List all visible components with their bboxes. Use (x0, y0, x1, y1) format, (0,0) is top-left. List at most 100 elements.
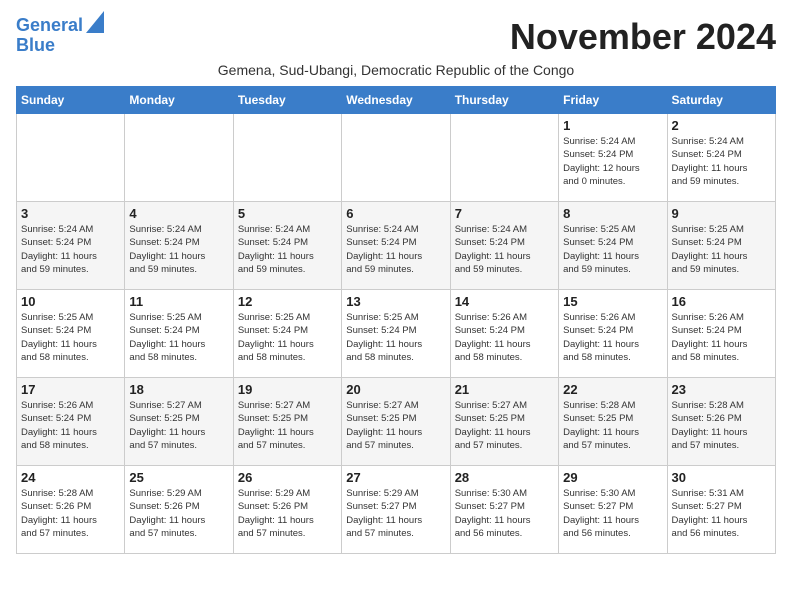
calendar-cell: 30 Sunrise: 5:31 AM Sunset: 5:27 PM Dayli… (667, 466, 775, 554)
calendar-cell: 18 Sunrise: 5:27 AM Sunset: 5:25 PM Dayli… (125, 378, 233, 466)
logo: General Blue (16, 16, 104, 56)
day-info: Sunrise: 5:28 AM Sunset: 5:26 PM Dayligh… (21, 487, 120, 540)
calendar-cell: 1 Sunrise: 5:24 AM Sunset: 5:24 PM Daylig… (559, 114, 667, 202)
day-number: 2 (672, 118, 771, 133)
day-number: 13 (346, 294, 445, 309)
day-info: Sunrise: 5:24 AM Sunset: 5:24 PM Dayligh… (672, 135, 771, 188)
day-number: 5 (238, 206, 337, 221)
day-info: Sunrise: 5:30 AM Sunset: 5:27 PM Dayligh… (563, 487, 662, 540)
day-info: Sunrise: 5:27 AM Sunset: 5:25 PM Dayligh… (455, 399, 554, 452)
calendar-cell: 9 Sunrise: 5:25 AM Sunset: 5:24 PM Daylig… (667, 202, 775, 290)
day-number: 1 (563, 118, 662, 133)
calendar-cell: 13 Sunrise: 5:25 AM Sunset: 5:24 PM Dayli… (342, 290, 450, 378)
logo-icon (86, 11, 104, 33)
day-number: 27 (346, 470, 445, 485)
day-number: 26 (238, 470, 337, 485)
day-number: 17 (21, 382, 120, 397)
day-info: Sunrise: 5:29 AM Sunset: 5:26 PM Dayligh… (129, 487, 228, 540)
calendar-cell (17, 114, 125, 202)
day-number: 15 (563, 294, 662, 309)
day-number: 12 (238, 294, 337, 309)
header-friday: Friday (559, 87, 667, 114)
calendar-week-row: 17 Sunrise: 5:26 AM Sunset: 5:24 PM Dayli… (17, 378, 776, 466)
logo-text-general: General (16, 16, 83, 36)
day-number: 23 (672, 382, 771, 397)
day-number: 14 (455, 294, 554, 309)
calendar-cell: 28Sunrise: 5:30 AM Sunset: 5:27 PM Dayli… (450, 466, 558, 554)
day-number: 18 (129, 382, 228, 397)
calendar-week-row: 10Sunrise: 5:25 AM Sunset: 5:24 PM Dayli… (17, 290, 776, 378)
day-number: 8 (563, 206, 662, 221)
header-wednesday: Wednesday (342, 87, 450, 114)
day-info: Sunrise: 5:24 AM Sunset: 5:24 PM Dayligh… (21, 223, 120, 276)
day-info: Sunrise: 5:24 AM Sunset: 5:24 PM Dayligh… (346, 223, 445, 276)
calendar-cell: 3 Sunrise: 5:24 AM Sunset: 5:24 PM Daylig… (17, 202, 125, 290)
day-number: 22 (563, 382, 662, 397)
calendar-cell: 4 Sunrise: 5:24 AM Sunset: 5:24 PM Daylig… (125, 202, 233, 290)
calendar-cell: 10Sunrise: 5:25 AM Sunset: 5:24 PM Dayli… (17, 290, 125, 378)
day-number: 3 (21, 206, 120, 221)
day-number: 29 (563, 470, 662, 485)
day-info: Sunrise: 5:26 AM Sunset: 5:24 PM Dayligh… (563, 311, 662, 364)
day-number: 9 (672, 206, 771, 221)
calendar-week-row: 24 Sunrise: 5:28 AM Sunset: 5:26 PM Dayli… (17, 466, 776, 554)
calendar-table: SundayMondayTuesdayWednesdayThursdayFrid… (16, 86, 776, 554)
day-info: Sunrise: 5:27 AM Sunset: 5:25 PM Dayligh… (238, 399, 337, 452)
day-info: Sunrise: 5:24 AM Sunset: 5:24 PM Dayligh… (455, 223, 554, 276)
day-number: 25 (129, 470, 228, 485)
calendar-cell: 16Sunrise: 5:26 AM Sunset: 5:24 PM Dayli… (667, 290, 775, 378)
day-number: 6 (346, 206, 445, 221)
day-info: Sunrise: 5:26 AM Sunset: 5:24 PM Dayligh… (672, 311, 771, 364)
day-number: 21 (455, 382, 554, 397)
month-title: November 2024 (510, 16, 776, 58)
day-number: 30 (672, 470, 771, 485)
calendar-cell: 26 Sunrise: 5:29 AM Sunset: 5:26 PM Dayli… (233, 466, 341, 554)
day-info: Sunrise: 5:25 AM Sunset: 5:24 PM Dayligh… (21, 311, 120, 364)
calendar-cell (125, 114, 233, 202)
logo-text-blue: Blue (16, 36, 55, 56)
day-info: Sunrise: 5:25 AM Sunset: 5:24 PM Dayligh… (129, 311, 228, 364)
day-number: 24 (21, 470, 120, 485)
calendar-cell: 25 Sunrise: 5:29 AM Sunset: 5:26 PM Dayli… (125, 466, 233, 554)
calendar-cell: 20 Sunrise: 5:27 AM Sunset: 5:25 PM Dayli… (342, 378, 450, 466)
day-info: Sunrise: 5:26 AM Sunset: 5:24 PM Dayligh… (21, 399, 120, 452)
calendar-cell: 19 Sunrise: 5:27 AM Sunset: 5:25 PM Dayli… (233, 378, 341, 466)
header-sunday: Sunday (17, 87, 125, 114)
day-info: Sunrise: 5:31 AM Sunset: 5:27 PM Dayligh… (672, 487, 771, 540)
day-info: Sunrise: 5:25 AM Sunset: 5:24 PM Dayligh… (346, 311, 445, 364)
day-number: 7 (455, 206, 554, 221)
day-info: Sunrise: 5:24 AM Sunset: 5:24 PM Dayligh… (129, 223, 228, 276)
day-info: Sunrise: 5:24 AM Sunset: 5:24 PM Dayligh… (563, 135, 662, 188)
calendar-cell: 27 Sunrise: 5:29 AM Sunset: 5:27 PM Dayli… (342, 466, 450, 554)
day-info: Sunrise: 5:29 AM Sunset: 5:27 PM Dayligh… (346, 487, 445, 540)
day-info: Sunrise: 5:30 AM Sunset: 5:27 PM Dayligh… (455, 487, 554, 540)
day-info: Sunrise: 5:29 AM Sunset: 5:26 PM Dayligh… (238, 487, 337, 540)
calendar-cell: 21 Sunrise: 5:27 AM Sunset: 5:25 PM Dayli… (450, 378, 558, 466)
day-info: Sunrise: 5:25 AM Sunset: 5:24 PM Dayligh… (672, 223, 771, 276)
day-number: 19 (238, 382, 337, 397)
calendar-cell: 23Sunrise: 5:28 AM Sunset: 5:26 PM Dayli… (667, 378, 775, 466)
day-info: Sunrise: 5:26 AM Sunset: 5:24 PM Dayligh… (455, 311, 554, 364)
calendar-cell: 2 Sunrise: 5:24 AM Sunset: 5:24 PM Daylig… (667, 114, 775, 202)
day-info: Sunrise: 5:24 AM Sunset: 5:24 PM Dayligh… (238, 223, 337, 276)
header-tuesday: Tuesday (233, 87, 341, 114)
header-saturday: Saturday (667, 87, 775, 114)
calendar-header-row: SundayMondayTuesdayWednesdayThursdayFrid… (17, 87, 776, 114)
day-info: Sunrise: 5:27 AM Sunset: 5:25 PM Dayligh… (346, 399, 445, 452)
calendar-cell: 12Sunrise: 5:25 AM Sunset: 5:24 PM Dayli… (233, 290, 341, 378)
day-info: Sunrise: 5:27 AM Sunset: 5:25 PM Dayligh… (129, 399, 228, 452)
header-thursday: Thursday (450, 87, 558, 114)
header-monday: Monday (125, 87, 233, 114)
day-number: 11 (129, 294, 228, 309)
calendar-subtitle: Gemena, Sud-Ubangi, Democratic Republic … (16, 62, 776, 78)
calendar-cell: 17 Sunrise: 5:26 AM Sunset: 5:24 PM Dayli… (17, 378, 125, 466)
day-number: 4 (129, 206, 228, 221)
page-header: General Blue November 2024 (16, 16, 776, 58)
calendar-cell: 7 Sunrise: 5:24 AM Sunset: 5:24 PM Daylig… (450, 202, 558, 290)
day-number: 20 (346, 382, 445, 397)
calendar-cell: 14 Sunrise: 5:26 AM Sunset: 5:24 PM Dayli… (450, 290, 558, 378)
calendar-cell (342, 114, 450, 202)
calendar-cell: 11 Sunrise: 5:25 AM Sunset: 5:24 PM Dayli… (125, 290, 233, 378)
calendar-cell: 29 Sunrise: 5:30 AM Sunset: 5:27 PM Dayli… (559, 466, 667, 554)
calendar-cell: 6 Sunrise: 5:24 AM Sunset: 5:24 PM Daylig… (342, 202, 450, 290)
